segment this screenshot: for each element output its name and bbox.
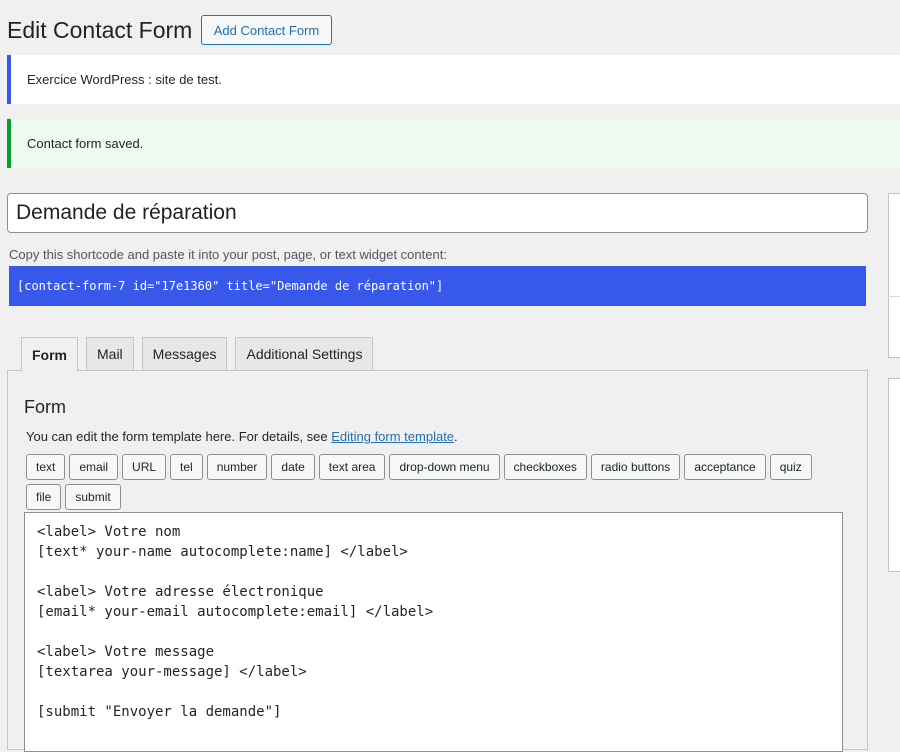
tag-generator-row: text email URL tel number date text area… bbox=[26, 454, 816, 480]
sidebar-divider bbox=[888, 296, 900, 297]
tag-generator-row: file submit bbox=[26, 484, 125, 510]
sidebar-publish-box bbox=[888, 193, 900, 358]
page-title: Edit Contact Form bbox=[7, 17, 193, 43]
tab-messages[interactable]: Messages bbox=[141, 337, 228, 371]
sidebar-info-box bbox=[888, 378, 900, 572]
tag-dropdown-button[interactable]: drop-down menu bbox=[389, 454, 500, 480]
tag-textarea-button[interactable]: text area bbox=[318, 454, 386, 480]
tag-checkboxes-button[interactable]: checkboxes bbox=[503, 454, 587, 480]
tag-file-button[interactable]: file bbox=[26, 484, 62, 510]
form-template-editor[interactable]: <label> Votre nom [text* your-name autoc… bbox=[24, 512, 843, 752]
tag-radio-button[interactable]: radio buttons bbox=[590, 454, 681, 480]
tag-submit-button[interactable]: submit bbox=[65, 484, 121, 510]
tag-quiz-button[interactable]: quiz bbox=[769, 454, 812, 480]
tag-number-button[interactable]: number bbox=[206, 454, 268, 480]
tag-acceptance-button[interactable]: acceptance bbox=[684, 454, 766, 480]
form-title-input[interactable]: Demande de réparation bbox=[7, 193, 868, 233]
add-contact-form-button[interactable]: Add Contact Form bbox=[201, 15, 332, 45]
editor-line: [textarea your-message] </label> bbox=[37, 664, 307, 680]
panel-title: Form bbox=[24, 397, 66, 417]
editor-line: [email* your-email autocomplete:email] <… bbox=[37, 604, 434, 620]
tab-additional-settings[interactable]: Additional Settings bbox=[235, 337, 374, 371]
editor-line: [text* your-name autocomplete:name] </la… bbox=[37, 544, 408, 560]
editor-tabs: Form Mail Messages Additional Settings bbox=[21, 337, 381, 372]
editor-line: [submit "Envoyer la demande"] bbox=[37, 704, 282, 720]
success-notice-text: Contact form saved. bbox=[27, 136, 144, 151]
tab-form[interactable]: Form bbox=[21, 337, 78, 372]
shortcode-field[interactable]: [contact-form-7 id="17e1360" title="Dema… bbox=[9, 266, 866, 306]
tag-date-button[interactable]: date bbox=[271, 454, 315, 480]
panel-description-suffix: . bbox=[454, 429, 458, 444]
panel-description: You can edit the form template here. For… bbox=[26, 429, 458, 444]
editing-form-template-link[interactable]: Editing form template bbox=[331, 429, 454, 444]
panel-description-prefix: You can edit the form template here. For… bbox=[26, 429, 332, 444]
shortcode-label: Copy this shortcode and paste it into yo… bbox=[9, 247, 447, 262]
tag-tel-button[interactable]: tel bbox=[170, 454, 203, 480]
info-notice-text: Exercice WordPress : site de test. bbox=[27, 72, 222, 87]
editor-line: <label> Votre message bbox=[37, 644, 215, 660]
tag-url-button[interactable]: URL bbox=[122, 454, 167, 480]
tag-text-button[interactable]: text bbox=[26, 454, 66, 480]
tab-mail[interactable]: Mail bbox=[86, 337, 134, 371]
success-notice: Contact form saved. bbox=[7, 119, 900, 168]
tag-email-button[interactable]: email bbox=[69, 454, 119, 480]
editor-line: <label> Votre nom bbox=[37, 524, 181, 540]
editor-line: <label> Votre adresse électronique bbox=[37, 584, 324, 600]
info-notice: Exercice WordPress : site de test. bbox=[7, 55, 900, 104]
